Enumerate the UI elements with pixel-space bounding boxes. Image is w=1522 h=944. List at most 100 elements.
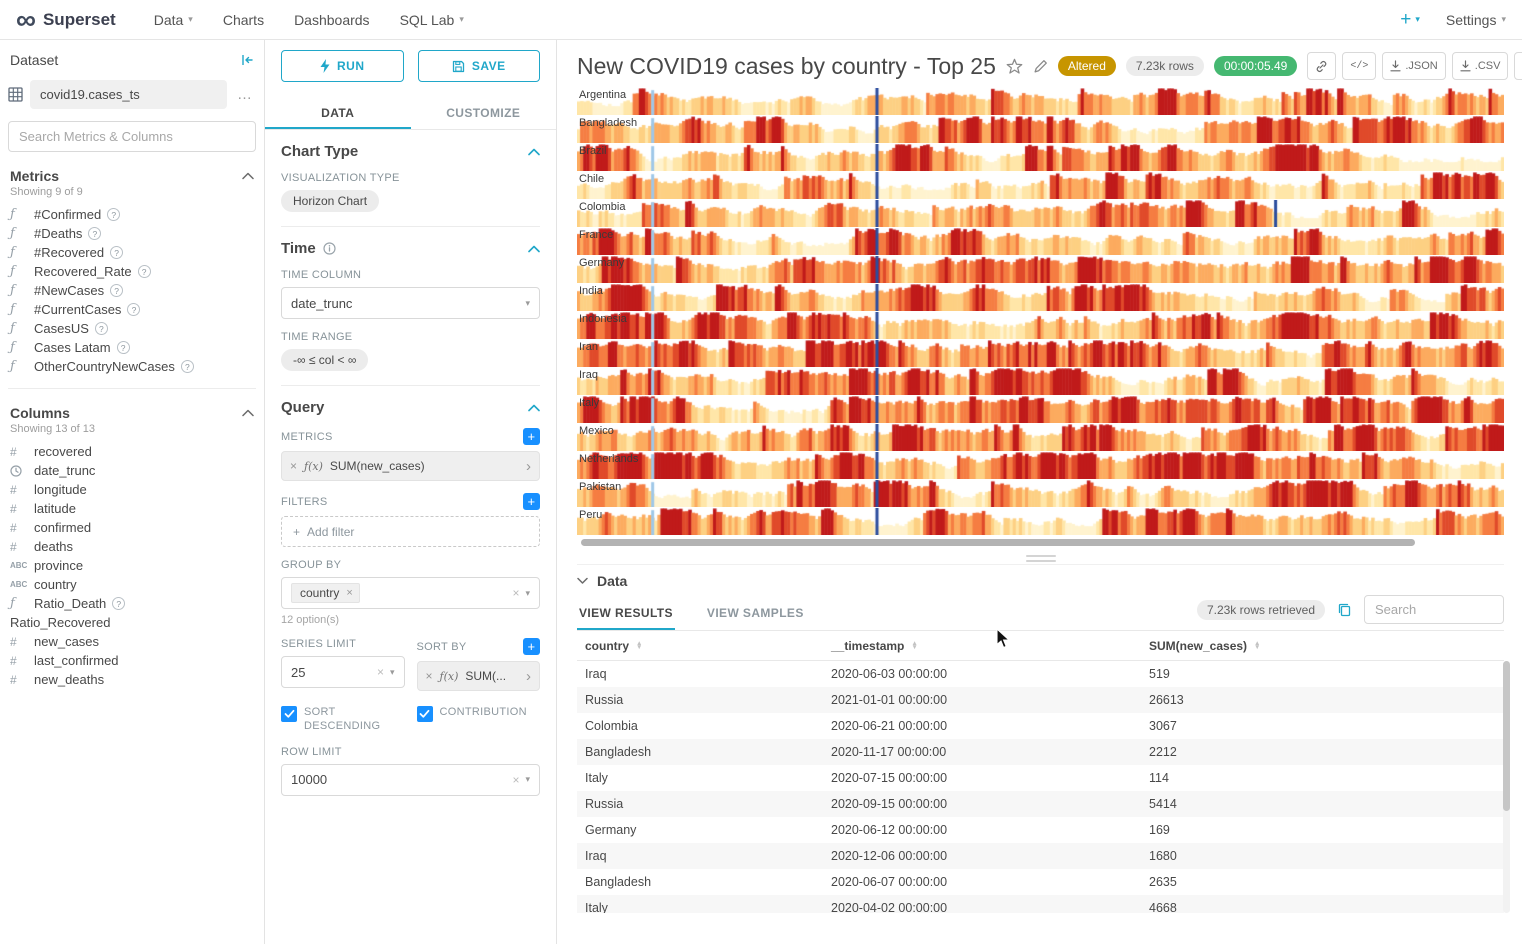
clear-icon[interactable]: × bbox=[512, 773, 519, 787]
field-item[interactable]: ƒ #NewCases ? bbox=[8, 281, 256, 300]
copy-table-icon[interactable] bbox=[1337, 602, 1352, 617]
superset-logo-icon[interactable]: ∞ bbox=[16, 6, 36, 34]
chart-menu-button[interactable] bbox=[1514, 52, 1522, 80]
add-metric-button[interactable]: + bbox=[523, 428, 540, 445]
collapse-panel-icon[interactable] bbox=[240, 53, 254, 67]
clear-icon[interactable]: × bbox=[512, 586, 519, 600]
horizon-row-peru[interactable]: Peru bbox=[577, 508, 1504, 535]
field-item[interactable]: ABC country bbox=[8, 575, 256, 594]
table-header-sum-new-cases-[interactable]: SUM(new_cases)▲▼ bbox=[1141, 631, 1504, 660]
remove-tag-icon[interactable]: × bbox=[346, 587, 352, 599]
chevron-up-icon[interactable] bbox=[242, 409, 254, 417]
field-item[interactable]: ƒ #Confirmed ? bbox=[8, 205, 256, 224]
table-row[interactable]: Germany2020-06-12 00:00:00169 bbox=[577, 817, 1504, 843]
viz-type-pill[interactable]: Horizon Chart bbox=[281, 190, 379, 212]
table-row[interactable]: Bangladesh2020-06-07 00:00:002635 bbox=[577, 869, 1504, 895]
horizon-row-indonesia[interactable]: Indonesia bbox=[577, 312, 1504, 339]
metric-pill[interactable]: × ƒ(x) SUM(new_cases) › bbox=[281, 451, 540, 481]
horizon-row-chile[interactable]: Chile bbox=[577, 172, 1504, 199]
horizon-row-germany[interactable]: Germany bbox=[577, 256, 1504, 283]
add-filter-box[interactable]: + Add filter bbox=[281, 516, 540, 547]
nav-item-data[interactable]: Data ▾ bbox=[154, 12, 193, 28]
export-json-button[interactable]: .JSON bbox=[1382, 52, 1445, 80]
sort-descending-checkbox[interactable]: SORT DESCENDING bbox=[281, 705, 405, 734]
group-by-tag[interactable]: country × bbox=[291, 583, 360, 603]
chart-title[interactable]: New COVID19 cases by country - Top 25 bbox=[577, 53, 996, 80]
remove-metric-icon[interactable]: × bbox=[426, 669, 433, 683]
info-icon[interactable] bbox=[323, 242, 336, 255]
table-row[interactable]: Russia2020-09-15 00:00:005414 bbox=[577, 791, 1504, 817]
brand-name[interactable]: Superset bbox=[43, 10, 116, 30]
field-item[interactable]: # confirmed bbox=[8, 518, 256, 537]
horizon-row-argentina[interactable]: Argentina bbox=[577, 88, 1504, 115]
time-range-pill[interactable]: -∞ ≤ col < ∞ bbox=[281, 349, 368, 371]
table-row[interactable]: Colombia2020-06-21 00:00:003067 bbox=[577, 713, 1504, 739]
sort-icon[interactable]: ▲▼ bbox=[636, 642, 642, 651]
info-icon[interactable]: ? bbox=[95, 322, 108, 335]
group-by-select[interactable]: country × × ▾ bbox=[281, 577, 540, 609]
field-item[interactable]: # recovered bbox=[8, 442, 256, 461]
field-item[interactable]: ƒ OtherCountryNewCases ? bbox=[8, 357, 256, 376]
info-icon[interactable]: ? bbox=[138, 265, 151, 278]
tab-data[interactable]: DATA bbox=[265, 96, 411, 129]
info-icon[interactable]: ? bbox=[107, 208, 120, 221]
info-icon[interactable]: ? bbox=[181, 360, 194, 373]
time-column-select[interactable]: date_trunc ▾ bbox=[281, 287, 540, 319]
field-item[interactable]: # new_deaths bbox=[8, 670, 256, 689]
chevron-up-icon[interactable] bbox=[242, 172, 254, 180]
table-header-country[interactable]: country▲▼ bbox=[577, 631, 823, 660]
run-button[interactable]: RUN bbox=[281, 50, 404, 82]
table-row[interactable]: Russia2021-01-01 00:00:0026613 bbox=[577, 687, 1504, 713]
horizon-row-iraq[interactable]: Iraq bbox=[577, 368, 1504, 395]
table-row[interactable]: Italy2020-04-02 00:00:004668 bbox=[577, 895, 1504, 913]
sort-by-pill[interactable]: × ƒ(x) SUM(... › bbox=[417, 661, 541, 691]
horizon-row-india[interactable]: India bbox=[577, 284, 1504, 311]
contribution-checkbox[interactable]: CONTRIBUTION bbox=[417, 705, 541, 734]
sort-icon[interactable]: ▲▼ bbox=[1254, 642, 1260, 651]
save-button[interactable]: SAVE bbox=[418, 50, 541, 82]
horizon-row-mexico[interactable]: Mexico bbox=[577, 424, 1504, 451]
field-item[interactable]: ABC province bbox=[8, 556, 256, 575]
field-item[interactable]: ƒ #CurrentCases ? bbox=[8, 300, 256, 319]
edit-properties-icon[interactable] bbox=[1033, 59, 1048, 74]
horizon-row-pakistan[interactable]: Pakistan bbox=[577, 480, 1504, 507]
scrollbar-thumb[interactable] bbox=[581, 539, 1415, 546]
horizon-row-iran[interactable]: Iran bbox=[577, 340, 1504, 367]
info-icon[interactable]: ? bbox=[117, 341, 130, 354]
table-row[interactable]: Iraq2020-12-06 00:00:001680 bbox=[577, 843, 1504, 869]
horizon-chart[interactable]: ArgentinaBangladeshBrazilChileColombiaFr… bbox=[577, 88, 1504, 535]
horizon-row-italy[interactable]: Italy bbox=[577, 396, 1504, 423]
sort-icon[interactable]: ▲▼ bbox=[911, 642, 917, 651]
vertical-scrollbar[interactable] bbox=[1503, 661, 1510, 913]
tab-customize[interactable]: CUSTOMIZE bbox=[411, 96, 557, 129]
nav-item-charts[interactable]: Charts bbox=[223, 12, 264, 28]
add-sort-button[interactable]: + bbox=[523, 638, 540, 655]
info-icon[interactable]: ? bbox=[110, 284, 123, 297]
tab-view-results[interactable]: VIEW RESULTS bbox=[577, 595, 675, 630]
field-item[interactable]: Ratio_Recovered bbox=[8, 613, 256, 632]
info-icon[interactable]: ? bbox=[110, 246, 123, 259]
panel-resize-handle[interactable] bbox=[1026, 555, 1056, 562]
scrollbar-thumb[interactable] bbox=[1503, 661, 1510, 811]
horizon-row-netherlands[interactable]: Netherlands bbox=[577, 452, 1504, 479]
info-icon[interactable]: ? bbox=[127, 303, 140, 316]
horizontal-scrollbar[interactable] bbox=[577, 539, 1504, 546]
horizon-row-bangladesh[interactable]: Bangladesh bbox=[577, 116, 1504, 143]
field-item[interactable]: ƒ Cases Latam ? bbox=[8, 338, 256, 357]
chevron-up-icon[interactable] bbox=[528, 245, 540, 253]
field-item[interactable]: # longitude bbox=[8, 480, 256, 499]
horizon-row-colombia[interactable]: Colombia bbox=[577, 200, 1504, 227]
chevron-right-icon[interactable]: › bbox=[526, 459, 531, 474]
tab-view-samples[interactable]: VIEW SAMPLES bbox=[705, 595, 806, 630]
add-filter-button[interactable]: + bbox=[523, 493, 540, 510]
field-item[interactable]: ƒ Ratio_Death ? bbox=[8, 594, 256, 613]
nav-item-sql-lab[interactable]: SQL Lab ▾ bbox=[400, 12, 464, 28]
table-row[interactable]: Iraq2020-06-03 00:00:00519 bbox=[577, 661, 1504, 687]
clear-icon[interactable]: × bbox=[377, 665, 384, 679]
field-item[interactable]: ƒ Recovered_Rate ? bbox=[8, 262, 256, 281]
export-csv-button[interactable]: .CSV bbox=[1452, 52, 1509, 80]
info-icon[interactable]: ? bbox=[112, 597, 125, 610]
copy-link-button[interactable] bbox=[1307, 52, 1336, 80]
metrics-columns-search-input[interactable] bbox=[8, 121, 256, 152]
horizon-row-brazil[interactable]: Brazil bbox=[577, 144, 1504, 171]
